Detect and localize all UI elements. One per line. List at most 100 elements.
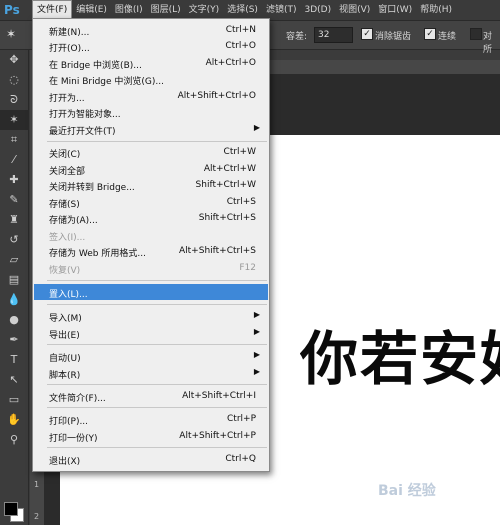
submenu-arrow-icon: ▶ — [253, 367, 260, 376]
menu-item-exit[interactable]: 退出(X) Ctrl+Q — [34, 451, 268, 467]
menu-item-close-goto-bridge[interactable]: 关闭并转到 Bridge... Shift+Ctrl+W — [34, 177, 268, 193]
menu-item-save[interactable]: 存储(S) Ctrl+S — [34, 194, 268, 210]
path-selection-icon[interactable]: ↖ — [0, 370, 28, 390]
menu-item-open-as[interactable]: 打开为... Alt+Shift+Ctrl+O — [34, 88, 268, 104]
submenu-arrow-icon: ▶ — [253, 123, 260, 132]
menu-item-new[interactable]: 新建(N)... Ctrl+N — [34, 22, 268, 38]
menu-item-label: 置入(L)... — [49, 290, 88, 300]
shortcut-text: Alt+Ctrl+W — [203, 164, 256, 174]
lasso-tool-icon[interactable]: ᘐ — [0, 90, 28, 110]
menu-item-recent-files[interactable]: 最近打开文件(T) ▶ — [34, 121, 268, 137]
menu-item-label: 恢复(V) — [49, 266, 81, 276]
submenu-arrow-icon: ▶ — [253, 310, 260, 319]
shape-tool-icon[interactable]: ▭ — [0, 390, 28, 410]
shortcut-text: Ctrl+W — [223, 147, 256, 157]
menu-item-label: 打印(P)... — [49, 417, 89, 427]
eyedropper-tool-icon[interactable]: ⁄ — [0, 150, 28, 170]
menu-item-label: 导出(E) — [49, 331, 80, 341]
menu-window[interactable]: 窗口(W) — [374, 1, 416, 19]
menu-type[interactable]: 文字(Y) — [185, 1, 224, 19]
menu-item-label: 在 Mini Bridge 中浏览(G)... — [49, 77, 164, 87]
menu-item-open[interactable]: 打开(O)... Ctrl+O — [34, 38, 268, 54]
menu-item-browse-mini-bridge[interactable]: 在 Mini Bridge 中浏览(G)... — [34, 71, 268, 87]
menu-filter[interactable]: 滤镜(T) — [262, 1, 301, 19]
menu-item-automate[interactable]: 自动(U) ▶ — [34, 348, 268, 364]
shortcut-text: Alt+Ctrl+O — [205, 58, 256, 68]
menu-item-label: 签入(I)... — [49, 233, 86, 243]
hand-tool-icon[interactable]: ✋ — [0, 410, 28, 430]
menu-item-revert: 恢复(V) F12 — [34, 260, 268, 276]
shortcut-text: Ctrl+S — [226, 197, 256, 207]
menu-item-export[interactable]: 导出(E) ▶ — [34, 325, 268, 341]
menu-image[interactable]: 图像(I) — [111, 1, 147, 19]
move-tool-icon[interactable]: ✥ — [0, 50, 28, 70]
menu-item-label: 最近打开文件(T) — [49, 127, 116, 137]
magic-wand-tool-icon[interactable]: ✶ — [0, 110, 28, 130]
sample-all-checkbox[interactable] — [470, 28, 482, 40]
menu-item-close-all[interactable]: 关闭全部 Alt+Ctrl+W — [34, 161, 268, 177]
history-brush-icon[interactable]: ↺ — [0, 230, 28, 250]
antialias-label: 消除锯齿 — [375, 32, 412, 42]
menu-item-open-smart-object[interactable]: 打开为智能对象... — [34, 104, 268, 120]
tools-panel: ✥ ◌ ᘐ ✶ ⌗ ⁄ ✚ ✎ ♜ ↺ ▱ ▤ 💧 ● ✒ T ↖ ▭ ✋ ⚲ — [0, 50, 29, 525]
baidu-watermark: Bai 经验 — [378, 483, 436, 499]
menu-separator — [47, 407, 267, 408]
shortcut-text: Alt+Shift+Ctrl+I — [182, 391, 256, 401]
menu-item-file-info[interactable]: 文件简介(F)... Alt+Shift+Ctrl+I — [34, 388, 268, 404]
menu-item-label: 存储(S) — [49, 200, 80, 210]
file-menu-dropdown: 新建(N)... Ctrl+N 打开(O)... Ctrl+O 在 Bridge 中… — [32, 18, 270, 472]
menu-view[interactable]: 视图(V) — [335, 1, 374, 19]
menu-item-print[interactable]: 打印(P)... Ctrl+P — [34, 411, 268, 427]
shortcut-text: Shift+Ctrl+W — [195, 180, 256, 190]
eraser-tool-icon[interactable]: ▱ — [0, 250, 28, 270]
magic-wand-icon[interactable]: ✶ — [6, 27, 22, 43]
menu-edit[interactable]: 编辑(E) — [72, 1, 111, 19]
menu-separator — [47, 344, 267, 345]
menu-help[interactable]: 帮助(H) — [416, 1, 456, 19]
menu-item-import[interactable]: 导入(M) ▶ — [34, 308, 268, 324]
menu-item-browse-bridge[interactable]: 在 Bridge 中浏览(B)... Alt+Ctrl+O — [34, 55, 268, 71]
tolerance-label: 容差: — [286, 32, 308, 42]
blur-tool-icon[interactable]: 💧 — [0, 290, 28, 310]
foreground-color-swatch[interactable] — [4, 502, 18, 516]
menu-item-label: 存储为(A)... — [49, 216, 98, 226]
menu-item-label: 打开为... — [49, 94, 85, 104]
menu-item-print-one-copy[interactable]: 打印一份(Y) Alt+Shift+Ctrl+P — [34, 428, 268, 444]
menu-layer[interactable]: 图层(L) — [147, 1, 185, 19]
menu-separator — [47, 384, 267, 385]
sample-all-label: 对所 — [483, 32, 493, 55]
shortcut-text: Alt+Shift+Ctrl+O — [177, 91, 256, 101]
shortcut-text: Alt+Shift+Ctrl+S — [179, 246, 256, 256]
menu-item-place[interactable]: 置入(L)... — [34, 284, 268, 300]
crop-tool-icon[interactable]: ⌗ — [0, 130, 28, 150]
type-tool-icon[interactable]: T — [0, 350, 28, 370]
contiguous-checkbox[interactable]: ✓ — [424, 28, 436, 40]
menu-item-label: 打开为智能对象... — [49, 110, 121, 120]
menu-separator — [47, 304, 267, 305]
menu-item-label: 关闭(C) — [49, 150, 81, 160]
shortcut-text: Ctrl+Q — [225, 454, 256, 464]
zoom-tool-icon[interactable]: ⚲ — [0, 430, 28, 450]
dodge-tool-icon[interactable]: ● — [0, 310, 28, 330]
healing-brush-icon[interactable]: ✚ — [0, 170, 28, 190]
menu-select[interactable]: 选择(S) — [223, 1, 262, 19]
menu-item-save-as[interactable]: 存储为(A)... Shift+Ctrl+S — [34, 210, 268, 226]
gradient-tool-icon[interactable]: ▤ — [0, 270, 28, 290]
menu-item-label: 脚本(R) — [49, 371, 81, 381]
shortcut-text: Alt+Shift+Ctrl+P — [179, 431, 256, 441]
menu-separator — [47, 280, 267, 281]
menu-separator — [47, 447, 267, 448]
menu-3d[interactable]: 3D(D) — [300, 1, 335, 19]
menu-file[interactable]: 文件(F) — [32, 0, 73, 20]
marquee-tool-icon[interactable]: ◌ — [0, 70, 28, 90]
menu-item-save-for-web[interactable]: 存储为 Web 所用格式... Alt+Shift+Ctrl+S — [34, 243, 268, 259]
menu-item-close[interactable]: 关闭(C) Ctrl+W — [34, 144, 268, 160]
pen-tool-icon[interactable]: ✒ — [0, 330, 28, 350]
menu-item-label: 导入(M) — [49, 314, 82, 324]
tolerance-input[interactable]: 32 — [314, 27, 353, 43]
menu-item-scripts[interactable]: 脚本(R) ▶ — [34, 365, 268, 381]
brush-tool-icon[interactable]: ✎ — [0, 190, 28, 210]
menu-item-label: 新建(N)... — [49, 28, 90, 38]
clone-stamp-icon[interactable]: ♜ — [0, 210, 28, 230]
antialias-checkbox[interactable]: ✓ — [361, 28, 373, 40]
